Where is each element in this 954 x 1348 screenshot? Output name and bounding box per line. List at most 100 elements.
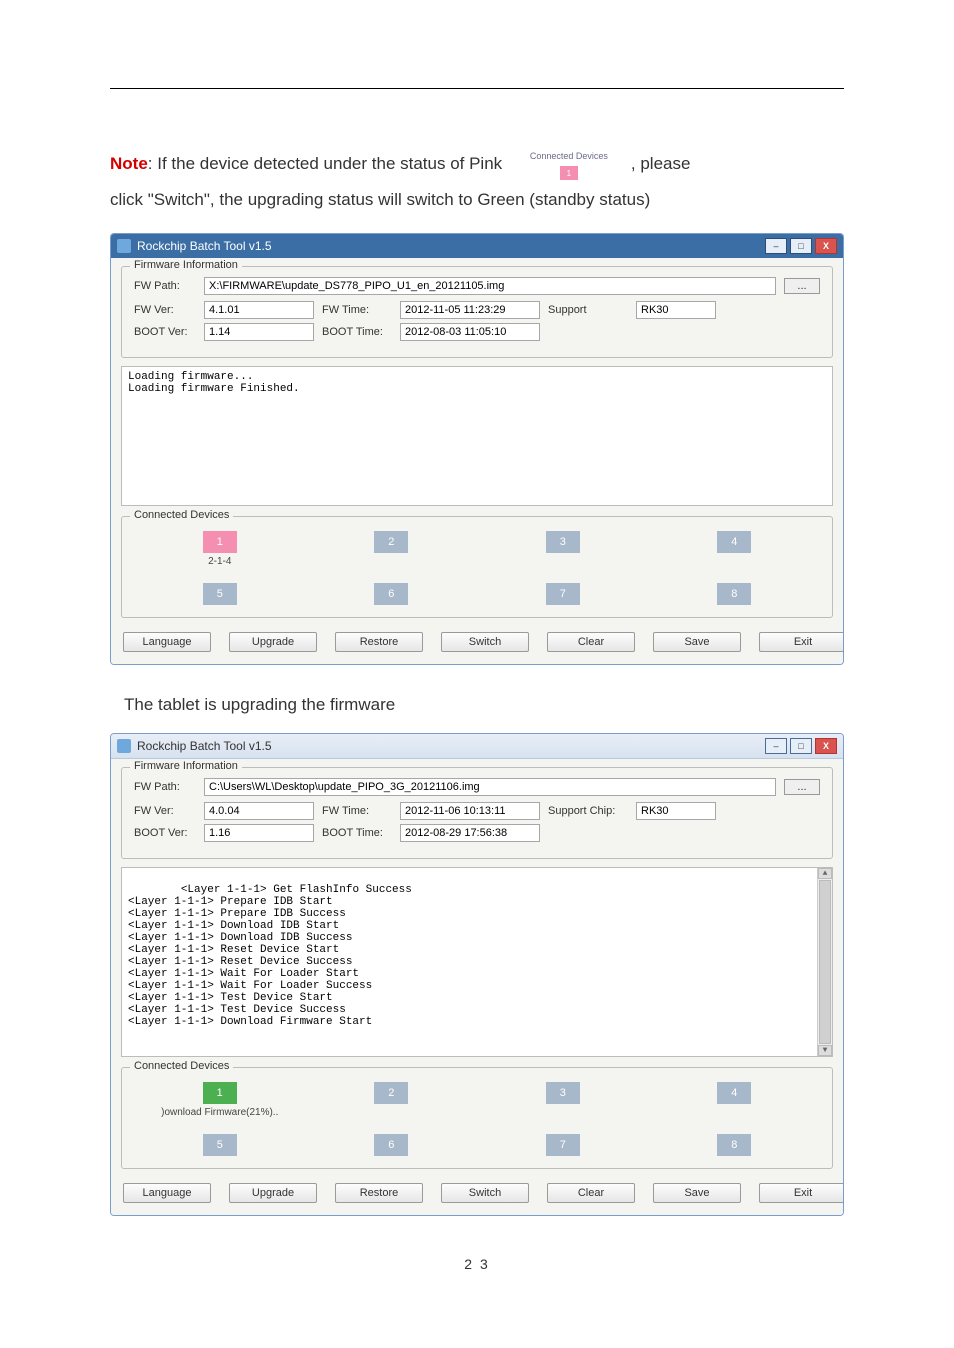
device-slot-3[interactable]: 3	[546, 1082, 580, 1104]
support-label: Support Chip:	[548, 805, 628, 817]
upgrade-button[interactable]: Upgrade	[229, 1183, 317, 1203]
scroll-down-icon[interactable]: ▼	[818, 1045, 832, 1056]
devices-legend: Connected Devices	[130, 509, 233, 521]
maximize-button[interactable]: □	[790, 238, 812, 254]
fwpath-input[interactable]	[204, 778, 776, 796]
scroll-up-icon[interactable]: ▲	[818, 868, 832, 879]
connected-devices-fieldset-2: Connected Devices 1 )ownload Firmware(21…	[121, 1067, 833, 1169]
bootver-input[interactable]	[204, 824, 314, 842]
boottime-label: BOOT Time:	[322, 326, 392, 338]
device-slot-8[interactable]: 8	[717, 1134, 751, 1156]
window-title: Rockchip Batch Tool v1.5	[137, 739, 272, 753]
fwver-input[interactable]	[204, 301, 314, 319]
minimize-button[interactable]: –	[765, 738, 787, 754]
inline-connected-devices-thumb: Connected Devices 1	[509, 149, 629, 180]
button-row-2: Language Upgrade Restore Switch Clear Sa…	[121, 1179, 833, 1205]
fwtime-label: FW Time:	[322, 805, 392, 817]
app-icon	[117, 239, 131, 253]
intro-1a: : If the device detected under the statu…	[148, 154, 502, 173]
minimize-button[interactable]: –	[765, 238, 787, 254]
device-slot-4[interactable]: 4	[717, 531, 751, 553]
chip-input[interactable]	[636, 301, 716, 319]
device-slot-5[interactable]: 5	[203, 1134, 237, 1156]
firmware-legend: Firmware Information	[130, 259, 242, 271]
window-title: Rockchip Batch Tool v1.5	[137, 239, 272, 253]
titlebar-1[interactable]: Rockchip Batch Tool v1.5 – □ X	[111, 234, 843, 258]
bootver-label: BOOT Ver:	[134, 827, 196, 839]
mid-text: The tablet is upgrading the firmware	[124, 695, 844, 715]
language-button[interactable]: Language	[123, 1183, 211, 1203]
restore-button[interactable]: Restore	[335, 1183, 423, 1203]
devices-legend: Connected Devices	[130, 1060, 233, 1072]
maximize-button[interactable]: □	[790, 738, 812, 754]
connected-devices-fieldset-1: Connected Devices 1 2-1-4 2 3 4 5 6 7 8	[121, 516, 833, 618]
device-slot-1[interactable]: 1	[203, 1082, 237, 1104]
bootver-label: BOOT Ver:	[134, 326, 196, 338]
button-row-1: Language Upgrade Restore Switch Clear Sa…	[121, 628, 833, 654]
upgrade-button[interactable]: Upgrade	[229, 632, 317, 652]
fwtime-label: FW Time:	[322, 304, 392, 316]
boottime-input[interactable]	[400, 323, 540, 341]
rockchip-tool-window-1: Rockchip Batch Tool v1.5 – □ X Firmware …	[110, 233, 844, 665]
fwpath-label: FW Path:	[134, 781, 196, 793]
chip-input[interactable]	[636, 802, 716, 820]
device-slot-2[interactable]: 2	[374, 531, 408, 553]
device-slot-5[interactable]: 5	[203, 583, 237, 605]
titlebar-2[interactable]: Rockchip Batch Tool v1.5 – □ X	[111, 734, 843, 759]
fwpath-input[interactable]	[204, 277, 776, 295]
bootver-input[interactable]	[204, 323, 314, 341]
fwver-label: FW Ver:	[134, 805, 196, 817]
intro-1b: , please	[631, 154, 691, 173]
device-slot-8[interactable]: 8	[717, 583, 751, 605]
intro-line-1: Note: If the device detected under the s…	[110, 149, 844, 180]
app-icon	[117, 739, 131, 753]
log-box-1: Loading firmware... Loading firmware Fin…	[121, 366, 833, 506]
fwver-input[interactable]	[204, 802, 314, 820]
top-divider	[110, 88, 844, 89]
page-number: 2 3	[110, 1256, 844, 1272]
close-button[interactable]: X	[815, 238, 837, 254]
switch-button[interactable]: Switch	[441, 1183, 529, 1203]
thumb-label: Connected Devices	[509, 149, 629, 164]
firmware-info-fieldset-2: Firmware Information FW Path: ... FW Ver…	[121, 767, 833, 859]
firmware-info-fieldset: Firmware Information FW Path: ... FW Ver…	[121, 266, 833, 358]
save-button[interactable]: Save	[653, 632, 741, 652]
exit-button[interactable]: Exit	[759, 1183, 844, 1203]
device-slot-3[interactable]: 3	[546, 531, 580, 553]
language-button[interactable]: Language	[123, 632, 211, 652]
switch-button[interactable]: Switch	[441, 632, 529, 652]
thumb-slot-1: 1	[560, 166, 578, 180]
intro-line-2: click "Switch", the upgrading status wil…	[110, 186, 844, 215]
scroll-thumb[interactable]	[819, 880, 831, 1044]
fwpath-label: FW Path:	[134, 280, 196, 292]
browse-button[interactable]: ...	[784, 779, 820, 795]
log-scrollbar[interactable]: ▲ ▼	[817, 868, 832, 1056]
clear-button[interactable]: Clear	[547, 1183, 635, 1203]
note-label: Note	[110, 154, 148, 173]
support-label: Support	[548, 304, 628, 316]
device-slot-2[interactable]: 2	[374, 1082, 408, 1104]
rockchip-tool-window-2: Rockchip Batch Tool v1.5 – □ X Firmware …	[110, 733, 844, 1216]
device-slot-7[interactable]: 7	[546, 583, 580, 605]
device-slot-6[interactable]: 6	[374, 1134, 408, 1156]
fwtime-input[interactable]	[400, 301, 540, 319]
fwver-label: FW Ver:	[134, 304, 196, 316]
device-slot-1-sub: )ownload Firmware(21%)..	[161, 1107, 278, 1118]
firmware-legend: Firmware Information	[130, 760, 242, 772]
restore-button[interactable]: Restore	[335, 632, 423, 652]
device-slot-4[interactable]: 4	[717, 1082, 751, 1104]
device-slot-7[interactable]: 7	[546, 1134, 580, 1156]
browse-button[interactable]: ...	[784, 278, 820, 294]
device-slot-6[interactable]: 6	[374, 583, 408, 605]
close-button[interactable]: X	[815, 738, 837, 754]
save-button[interactable]: Save	[653, 1183, 741, 1203]
clear-button[interactable]: Clear	[547, 632, 635, 652]
boottime-label: BOOT Time:	[322, 827, 392, 839]
exit-button[interactable]: Exit	[759, 632, 844, 652]
boottime-input[interactable]	[400, 824, 540, 842]
device-slot-1[interactable]: 1	[203, 531, 237, 553]
device-slot-1-sub: 2-1-4	[208, 556, 231, 567]
fwtime-input[interactable]	[400, 802, 540, 820]
log-text-2: <Layer 1-1-1> Get FlashInfo Success <Lay…	[128, 884, 412, 1028]
log-box-2: <Layer 1-1-1> Get FlashInfo Success <Lay…	[121, 867, 833, 1057]
